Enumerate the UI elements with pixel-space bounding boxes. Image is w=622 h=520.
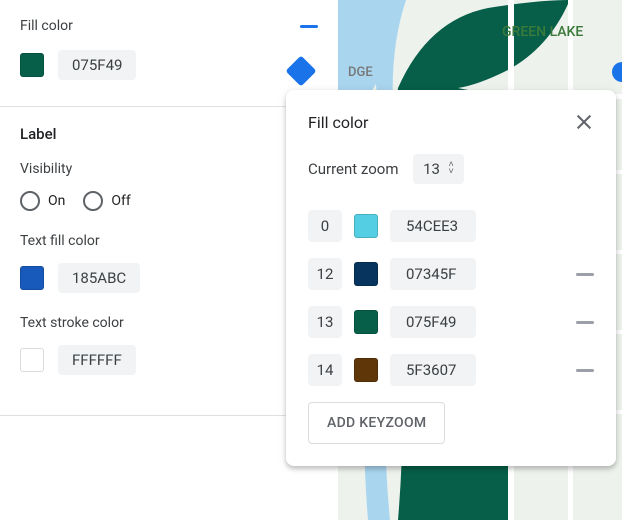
keyzoom-zoom-input[interactable]: 0 [308, 210, 342, 242]
keyzoom-hex-input[interactable]: 07345F [390, 258, 476, 290]
radio-icon [83, 191, 103, 211]
visibility-on-radio[interactable]: On [20, 191, 65, 211]
current-zoom-value: 13 [423, 160, 441, 178]
text-stroke-hex-input[interactable]: FFFFFF [58, 345, 136, 375]
fill-color-hex-input[interactable]: 075F49 [58, 50, 136, 80]
keyzoom-row: 0 54CEE3 [308, 210, 594, 242]
keyzoom-swatch[interactable] [354, 358, 378, 382]
visibility-off-radio[interactable]: Off [83, 191, 130, 211]
stepper-arrows-icon[interactable]: ˄˅ [449, 162, 454, 176]
keyzoom-hex-input[interactable]: 075F49 [390, 306, 476, 338]
map-label-greenlake: GREEN LAKE [502, 24, 583, 40]
keyzoom-zoom-input[interactable]: 13 [308, 306, 342, 338]
fill-color-swatch[interactable] [20, 53, 44, 77]
keyzoom-row: 13 075F49 [308, 306, 594, 338]
add-keyzoom-button[interactable]: ADD KEYZOOM [308, 402, 445, 444]
collapse-icon[interactable] [300, 25, 318, 28]
popover-title: Fill color [308, 113, 368, 132]
text-stroke-label: Text stroke color [20, 315, 318, 331]
fill-color-popover: Fill color Current zoom 13 ˄˅ 0 54CEE3 12 0… [286, 90, 616, 466]
current-zoom-stepper[interactable]: 13 ˄˅ [413, 154, 464, 184]
visibility-on-label: On [48, 193, 65, 209]
remove-keyzoom-icon[interactable] [576, 273, 594, 276]
remove-keyzoom-icon[interactable] [576, 321, 594, 324]
text-fill-swatch[interactable] [20, 266, 44, 290]
keyzoom-row: 12 07345F [308, 258, 594, 290]
text-stroke-swatch[interactable] [20, 348, 44, 372]
keyzoom-swatch[interactable] [354, 262, 378, 286]
close-icon[interactable] [574, 112, 594, 132]
keyzoom-row: 14 5F3607 [308, 354, 594, 386]
keyzoom-zoom-input[interactable]: 14 [308, 354, 342, 386]
visibility-off-label: Off [111, 193, 130, 209]
keyzoom-zoom-input[interactable]: 12 [308, 258, 342, 290]
keyzoom-hex-input[interactable]: 5F3607 [390, 354, 476, 386]
keyzoom-hex-input[interactable]: 54CEE3 [390, 210, 476, 242]
remove-keyzoom-icon[interactable] [576, 369, 594, 372]
label-section-title: Label [20, 125, 318, 143]
visibility-label: Visibility [20, 161, 318, 177]
text-fill-hex-input[interactable]: 185ABC [58, 263, 140, 293]
fill-color-label: Fill color [20, 18, 73, 34]
map-label-dge: DGE [348, 65, 373, 80]
keyzoom-swatch[interactable] [354, 310, 378, 334]
text-fill-label: Text fill color [20, 233, 318, 249]
radio-icon [20, 191, 40, 211]
visibility-radio-group: On Off [20, 191, 318, 211]
keyzoom-swatch[interactable] [354, 214, 378, 238]
current-zoom-label: Current zoom [308, 160, 399, 178]
